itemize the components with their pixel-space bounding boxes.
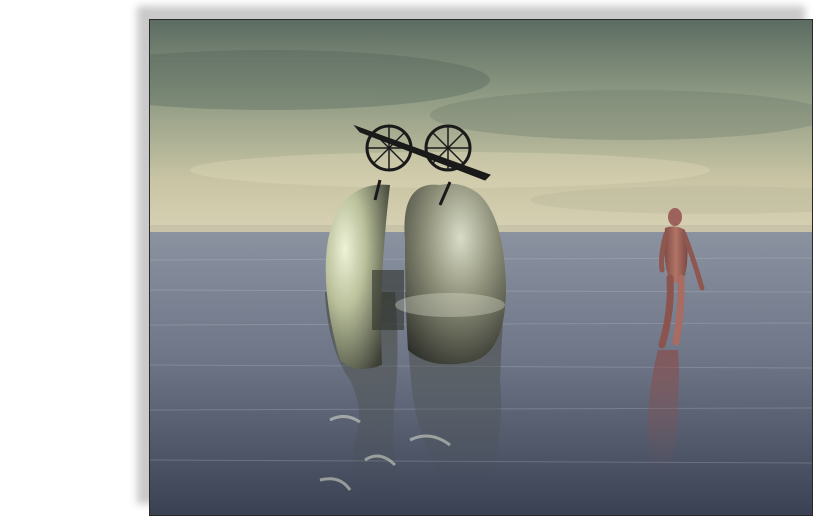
surreal-scene-image [150,20,812,515]
gap-shadow [372,270,404,330]
right-egg [404,183,506,365]
photo-frame [149,19,813,516]
page [0,0,815,519]
eggs [325,183,506,369]
